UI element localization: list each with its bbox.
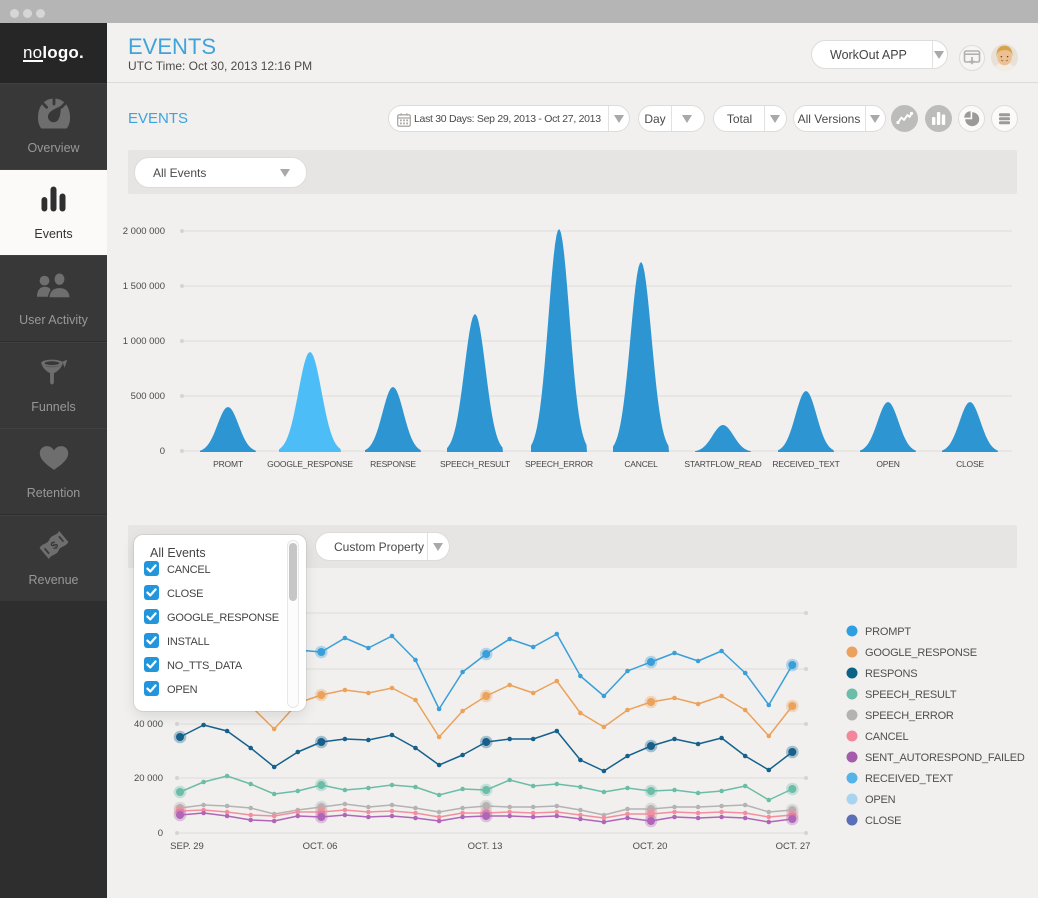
svg-text:CANCEL: CANCEL — [865, 731, 909, 743]
svg-text:RESPONS: RESPONS — [865, 668, 917, 680]
svg-text:CLOSE: CLOSE — [865, 815, 901, 827]
svg-text:OPEN: OPEN — [865, 794, 896, 806]
svg-text:SEP. 29: SEP. 29 — [170, 841, 204, 852]
svg-text:SPEECH_RESULT: SPEECH_RESULT — [865, 689, 957, 701]
svg-text:RECEIVED_TEXT: RECEIVED_TEXT — [865, 773, 953, 785]
svg-text:SPEECH_ERROR: SPEECH_ERROR — [865, 710, 954, 722]
svg-text:OCT. 06: OCT. 06 — [303, 841, 338, 852]
svg-text:OCT. 20: OCT. 20 — [633, 841, 668, 852]
svg-text:GOOGLE_RESPONSE: GOOGLE_RESPONSE — [865, 647, 977, 659]
svg-text:40 000: 40 000 — [134, 719, 163, 730]
svg-text:OCT. 13: OCT. 13 — [468, 841, 503, 852]
svg-text:OCT. 27: OCT. 27 — [776, 841, 811, 852]
svg-text:20 000: 20 000 — [134, 773, 163, 784]
svg-text:PROMPT: PROMPT — [865, 626, 911, 638]
svg-text:0: 0 — [158, 828, 163, 839]
svg-text:SENT_AUTORESPOND_FAILED: SENT_AUTORESPOND_FAILED — [865, 752, 1025, 764]
